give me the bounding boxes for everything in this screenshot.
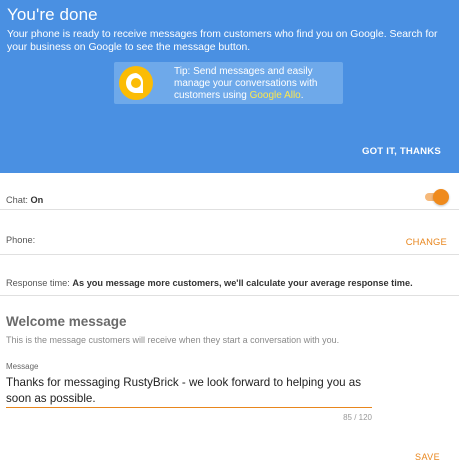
welcome-message-subtitle: This is the message customers will recei… xyxy=(6,335,340,345)
tip-text: Tip: Send messages and easily manage you… xyxy=(174,66,339,102)
chat-toggle-knob xyxy=(433,189,449,205)
phone-label: Phone: xyxy=(6,235,36,245)
allo-tip-card: Tip: Send messages and easily manage you… xyxy=(114,62,343,104)
change-phone-button[interactable]: CHANGE xyxy=(406,236,447,247)
response-time-label-text: Response time: xyxy=(6,278,73,288)
chat-label: Chat: On xyxy=(6,195,43,205)
success-banner: You're done Your phone is ready to recei… xyxy=(0,0,459,173)
welcome-message-input[interactable]: Thanks for messaging RustyBrick - we loo… xyxy=(6,375,372,408)
banner-description: Your phone is ready to receive messages … xyxy=(7,29,438,53)
chat-status: On xyxy=(30,195,44,205)
welcome-message-title: Welcome message xyxy=(6,314,127,329)
banner-title: You're done xyxy=(7,5,98,24)
phone-row: Phone: xyxy=(0,210,459,255)
response-time-row: Response time: As you message more custo… xyxy=(0,255,459,296)
message-field-label: Message xyxy=(6,362,39,371)
character-counter: 85 / 120 xyxy=(343,413,372,422)
save-button[interactable]: SAVE xyxy=(415,452,440,462)
response-time-value: As you message more customers, we'll cal… xyxy=(72,278,413,288)
chat-row: Chat: On xyxy=(0,173,459,210)
chat-label-text: Chat: xyxy=(6,195,31,205)
google-allo-icon xyxy=(119,66,153,100)
response-time-label: Response time: As you message more custo… xyxy=(6,278,413,288)
chat-toggle[interactable] xyxy=(425,189,449,205)
google-allo-link[interactable]: Google Allo xyxy=(250,90,301,101)
tip-suffix: . xyxy=(300,90,304,101)
got-it-thanks-button[interactable]: GOT IT, THANKS xyxy=(362,146,441,157)
